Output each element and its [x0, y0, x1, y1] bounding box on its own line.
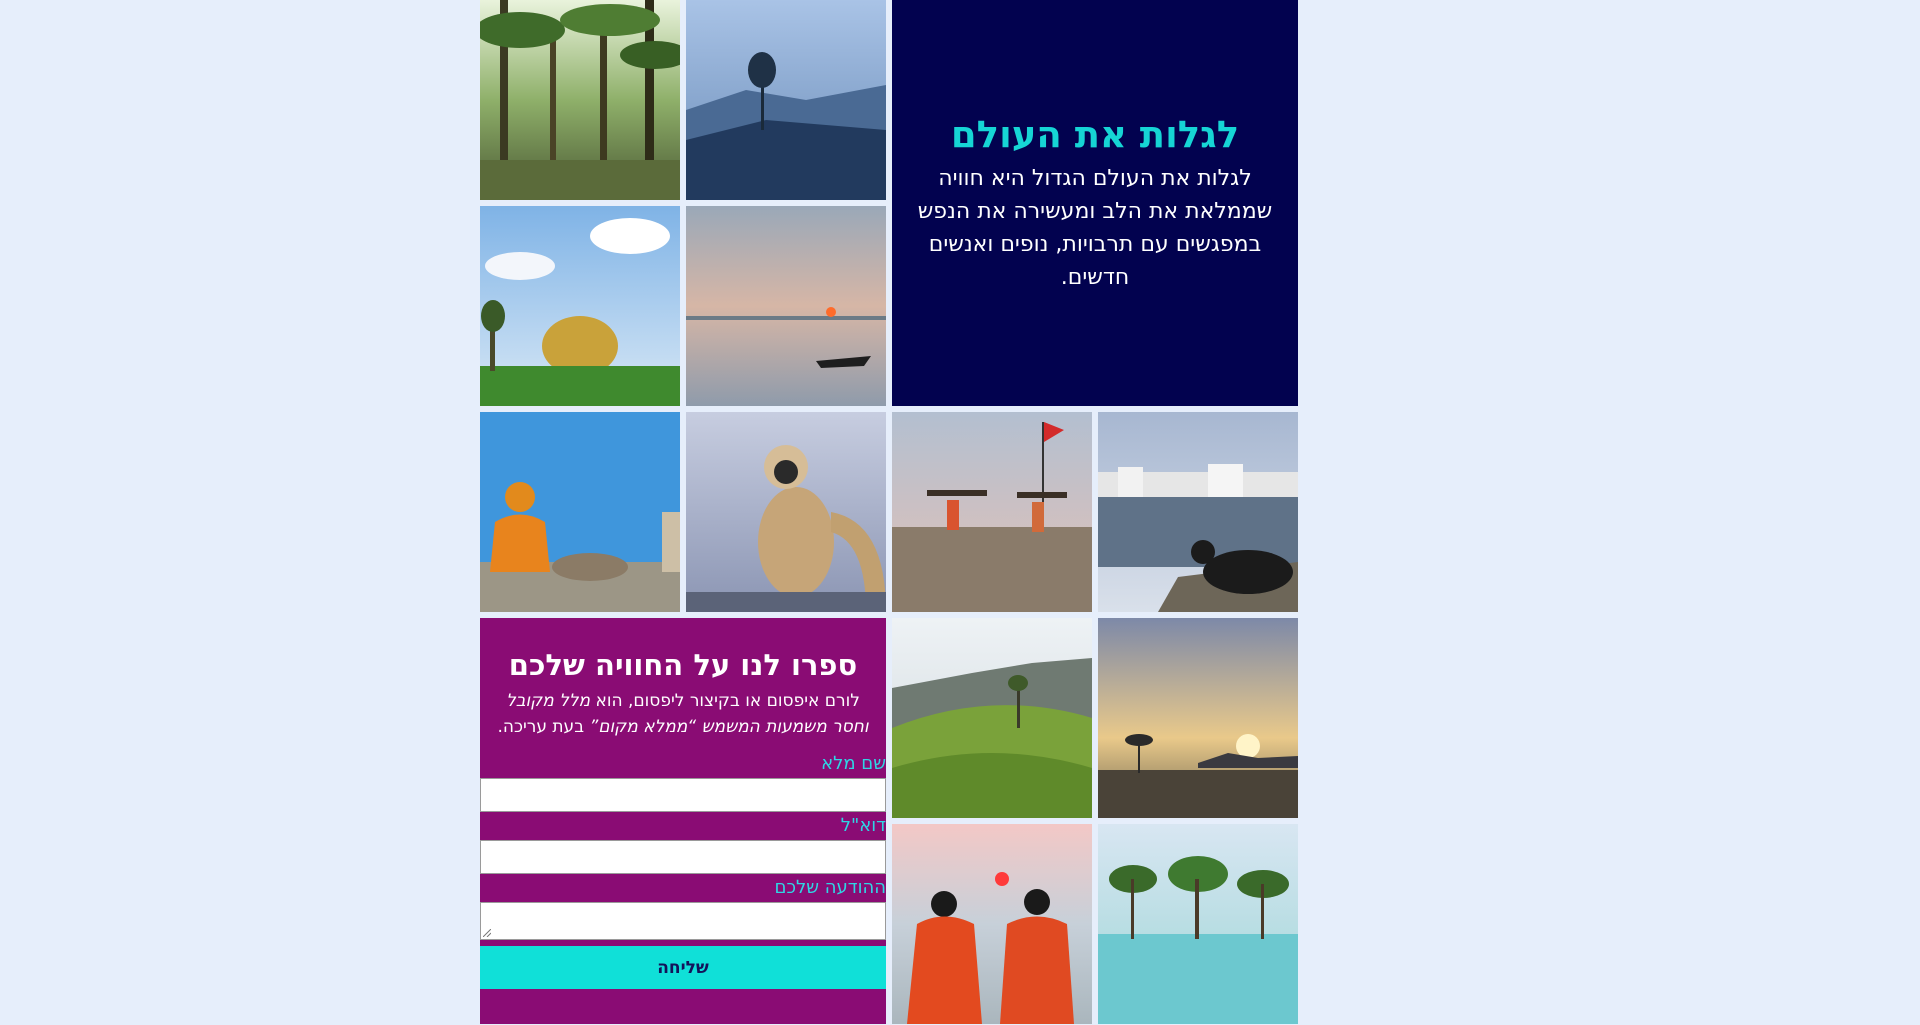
mangrove-water-photo	[1098, 824, 1298, 1024]
lake-town-cow-photo	[1098, 412, 1298, 612]
full-name-input[interactable]	[480, 778, 886, 812]
golden-dome-photo	[480, 206, 680, 406]
misty-mountain-photo	[686, 0, 886, 200]
sadhu-blue-wall-photo	[480, 412, 680, 612]
hero-text: לגלות את העולם הגדול היא חוויה שממלאת את…	[917, 165, 1273, 290]
palm-forest-photo	[480, 0, 680, 200]
form-title: ספרו לנו על החוויה שלכם	[508, 648, 858, 682]
form-intro: לורם איפסום או בקיצור ליפסום, הוא מלל מק…	[497, 691, 869, 737]
resize-grip-icon[interactable]	[483, 929, 491, 937]
beach-carriers-photo	[892, 412, 1092, 612]
submit-button[interactable]: שליחה	[480, 946, 886, 989]
email-input[interactable]	[480, 840, 886, 874]
tea-plantation-photo	[892, 618, 1092, 818]
message-label: ההודעה שלכם	[774, 877, 886, 898]
hero-panel: לגלות את העולם לגלות את העולם הגדול היא …	[892, 0, 1298, 406]
gallery-grid: לגלות את העולם לגלות את העולם הגדול היא …	[480, 0, 1299, 1025]
full-name-label: שם מלא	[821, 753, 886, 774]
sunrise-shore-photo	[1098, 618, 1298, 818]
experience-form-panel: ספרו לנו על החוויה שלכם לורם איפסום או ב…	[480, 618, 886, 1024]
women-sari-sea-photo	[892, 824, 1092, 1024]
email-label: דוא"ל	[840, 815, 886, 836]
message-textarea[interactable]	[480, 902, 886, 940]
sunset-boat-photo	[686, 206, 886, 406]
langur-monkey-photo	[686, 412, 886, 612]
hero-title: לגלות את העולם	[950, 112, 1240, 156]
